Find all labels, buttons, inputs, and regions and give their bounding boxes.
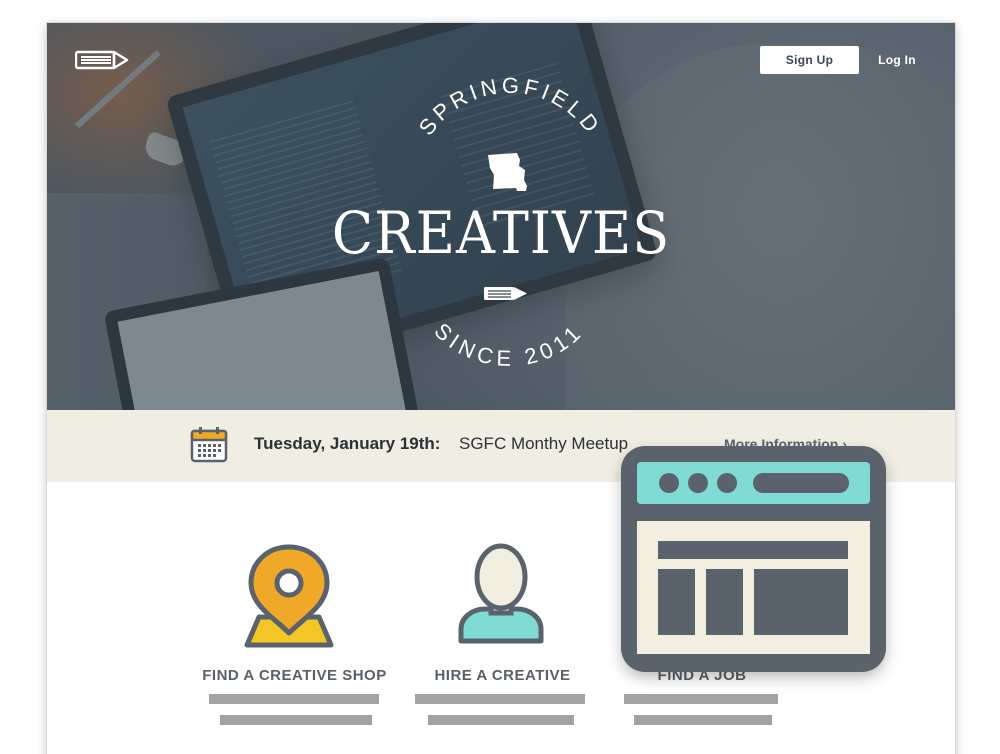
hero-section: Sign Up Log In SPRINGFIELD SINCE 2011 CR… bbox=[47, 23, 955, 410]
browser-icon[interactable] bbox=[621, 446, 886, 672]
window-dot-icon bbox=[659, 473, 679, 493]
badge-pencil-icon bbox=[484, 287, 527, 300]
layout-block bbox=[754, 569, 848, 635]
hire-creative-label[interactable]: HIRE A CREATIVE bbox=[415, 667, 590, 684]
placeholder-text-line bbox=[624, 694, 778, 704]
placeholder-text-line bbox=[220, 715, 372, 725]
window-dot-icon bbox=[717, 473, 737, 493]
browser-page-area bbox=[637, 521, 870, 654]
brand-badge: SPRINGFIELD SINCE 2011 CREATIVES bbox=[47, 23, 955, 410]
brand-title: CREATIVES bbox=[331, 199, 671, 267]
find-creative-shop-label[interactable]: FIND A CREATIVE SHOP bbox=[197, 667, 392, 684]
placeholder-text-line bbox=[415, 694, 585, 704]
event-date: Tuesday, January 19th: bbox=[254, 434, 441, 453]
layout-block bbox=[706, 569, 743, 635]
person-icon[interactable] bbox=[455, 541, 547, 647]
layout-block bbox=[658, 541, 848, 559]
placeholder-text-line bbox=[428, 715, 574, 725]
event-name: SGFC Monthy Meetup bbox=[459, 434, 629, 453]
placeholder-text-line bbox=[209, 694, 379, 704]
address-bar-shape bbox=[753, 473, 849, 493]
badge-arc-top-text: SPRINGFIELD bbox=[414, 73, 607, 140]
calendar-icon bbox=[190, 427, 228, 463]
layout-block bbox=[658, 569, 695, 635]
map-pin-icon[interactable] bbox=[243, 543, 335, 649]
browser-toolbar bbox=[637, 462, 870, 504]
placeholder-text-line bbox=[634, 715, 772, 725]
missouri-state-icon bbox=[488, 153, 527, 191]
window-dot-icon bbox=[688, 473, 708, 493]
badge-arc-bottom-text: SINCE 2011 bbox=[429, 318, 588, 371]
